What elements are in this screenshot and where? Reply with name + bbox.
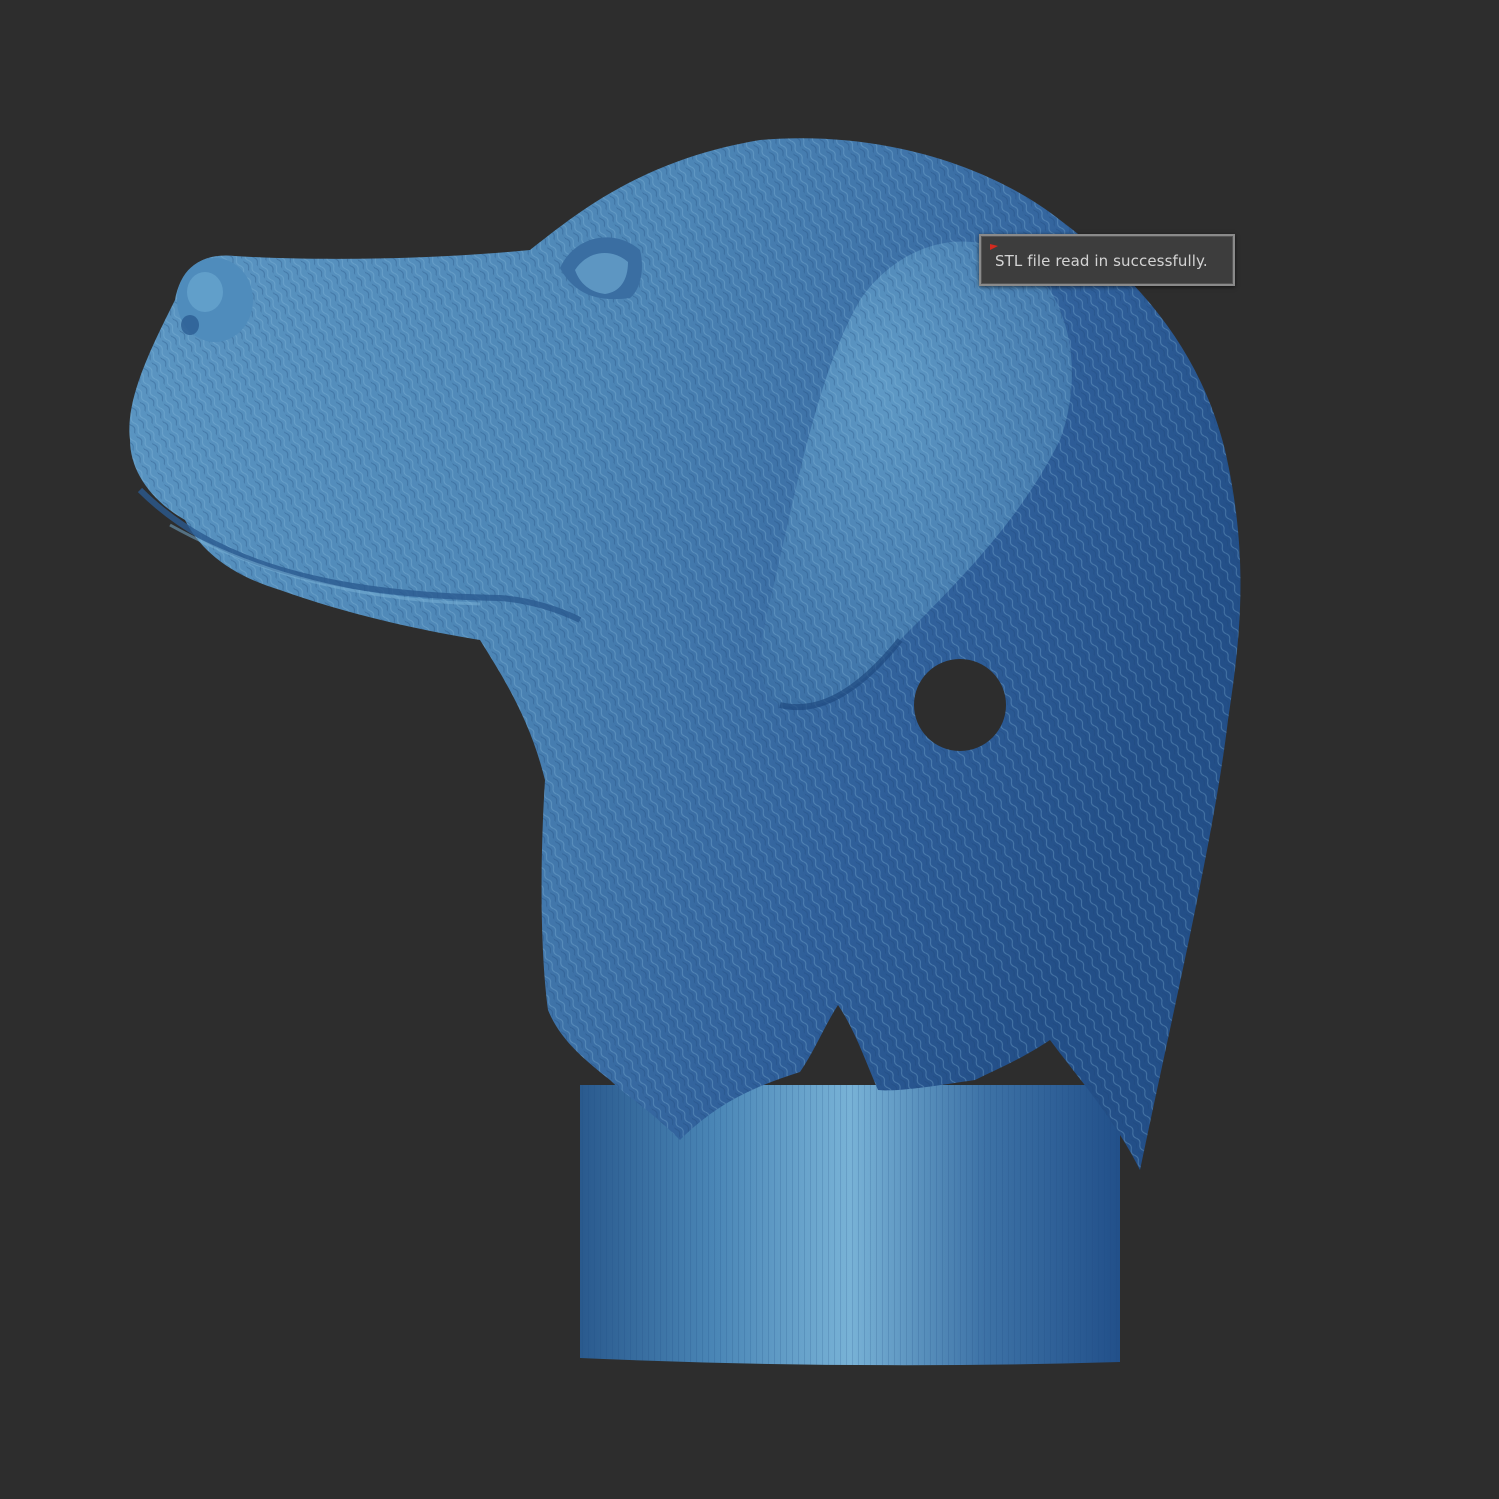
3d-viewport[interactable]: STL file read in successfully. — [0, 0, 1499, 1499]
notification-message: STL file read in successfully. — [995, 252, 1208, 270]
status-notification: STL file read in successfully. — [979, 234, 1235, 286]
dog-head-mesh — [129, 138, 1241, 1170]
cylinder-base — [580, 1085, 1120, 1366]
red-flag-icon — [990, 244, 998, 250]
dog-nose — [177, 258, 253, 342]
mesh-hole — [914, 659, 1006, 751]
dog-head-model[interactable] — [0, 0, 1499, 1499]
